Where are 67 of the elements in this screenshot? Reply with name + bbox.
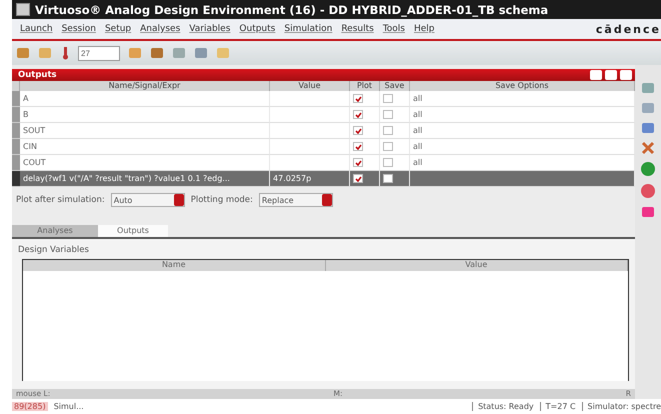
tab[interactable]: Outputs: [98, 225, 168, 237]
table-cell: delay(?wf1 v("/A" ?result "tran") ?value1 0.1 ?edg...: [20, 171, 270, 187]
row-handle[interactable]: [12, 155, 20, 171]
column-header[interactable]: Save: [380, 81, 410, 91]
plot-after-dropdown[interactable]: Auto: [110, 193, 185, 207]
table-cell: all: [410, 139, 635, 155]
temperature-field[interactable]: 27: [78, 46, 120, 60]
table-cell: CIN: [20, 139, 270, 155]
table-cell: B: [20, 107, 270, 123]
table-cell: A: [20, 91, 270, 107]
column-header[interactable]: Plot: [350, 81, 380, 91]
column-header[interactable]: Value: [326, 260, 628, 271]
plot-checkbox[interactable]: [353, 94, 363, 103]
panel-title: Outputs: [18, 70, 57, 80]
save-checkbox[interactable]: [383, 94, 393, 103]
menu-item[interactable]: Tools: [382, 24, 405, 34]
menu-item[interactable]: Setup: [104, 24, 132, 34]
brand-logo: cādence: [596, 22, 661, 36]
table-cell: SOUT: [20, 123, 270, 139]
table-cell: all: [410, 107, 635, 123]
column-header[interactable]: Value: [270, 81, 350, 91]
header-corner: [12, 81, 20, 91]
save-checkbox[interactable]: [383, 110, 393, 119]
stop-icon[interactable]: [640, 183, 656, 199]
menu-item[interactable]: Analyses: [140, 24, 180, 34]
status-text: Status: Ready: [472, 402, 534, 411]
plot-checkbox[interactable]: [353, 142, 363, 151]
table-cell: all: [410, 123, 635, 139]
menu-item[interactable]: Session: [62, 24, 96, 34]
status-code: 89(285): [12, 402, 48, 411]
plot-checkbox[interactable]: [353, 110, 363, 119]
menu-item[interactable]: Launch: [20, 24, 53, 34]
window-title: Virtuoso® Analog Design Environment (16) - DD HYBRID_ADDER-01_TB schema: [12, 0, 661, 19]
menu-item[interactable]: Results: [341, 24, 374, 34]
app-icon: [16, 3, 30, 16]
save-checkbox[interactable]: [383, 174, 393, 183]
run-icon[interactable]: [640, 161, 656, 177]
temperature-status: T=27 C: [540, 402, 576, 411]
save-checkbox[interactable]: [383, 126, 393, 135]
thermometer-icon: [60, 46, 70, 60]
field-label: Plot after simulation:: [16, 195, 105, 205]
column-header[interactable]: Name/Signal/Expr: [20, 81, 270, 91]
row-handle[interactable]: [12, 139, 20, 155]
table-cell: COUT: [20, 155, 270, 171]
column-header[interactable]: Name: [23, 260, 326, 271]
table-cell: all: [410, 91, 635, 107]
menu-item[interactable]: Help: [414, 24, 435, 34]
plot-checkbox[interactable]: [353, 126, 363, 135]
field-label: Plotting mode:: [190, 195, 253, 205]
plot-checkbox[interactable]: [353, 174, 363, 183]
column-header[interactable]: Save Options: [410, 81, 635, 91]
row-handle[interactable]: [12, 91, 20, 107]
row-handle[interactable]: [12, 171, 20, 187]
table-cell: 47.0257p: [270, 171, 350, 187]
simulator-status: Simulator: spectre: [582, 402, 661, 411]
menu-item[interactable]: Variables: [189, 24, 230, 34]
status-message: Simul...: [54, 402, 85, 411]
row-handle[interactable]: [12, 107, 20, 123]
menu-item[interactable]: Outputs: [239, 24, 276, 34]
plot-checkbox[interactable]: [353, 158, 363, 167]
table-cell: all: [410, 155, 635, 171]
plotting-mode-dropdown[interactable]: Replace: [258, 193, 333, 207]
save-checkbox[interactable]: [383, 158, 393, 167]
save-checkbox[interactable]: [383, 142, 393, 151]
row-handle[interactable]: [12, 123, 20, 139]
section-title: Design Variables: [18, 245, 90, 255]
menu-item[interactable]: Simulation: [284, 24, 332, 34]
